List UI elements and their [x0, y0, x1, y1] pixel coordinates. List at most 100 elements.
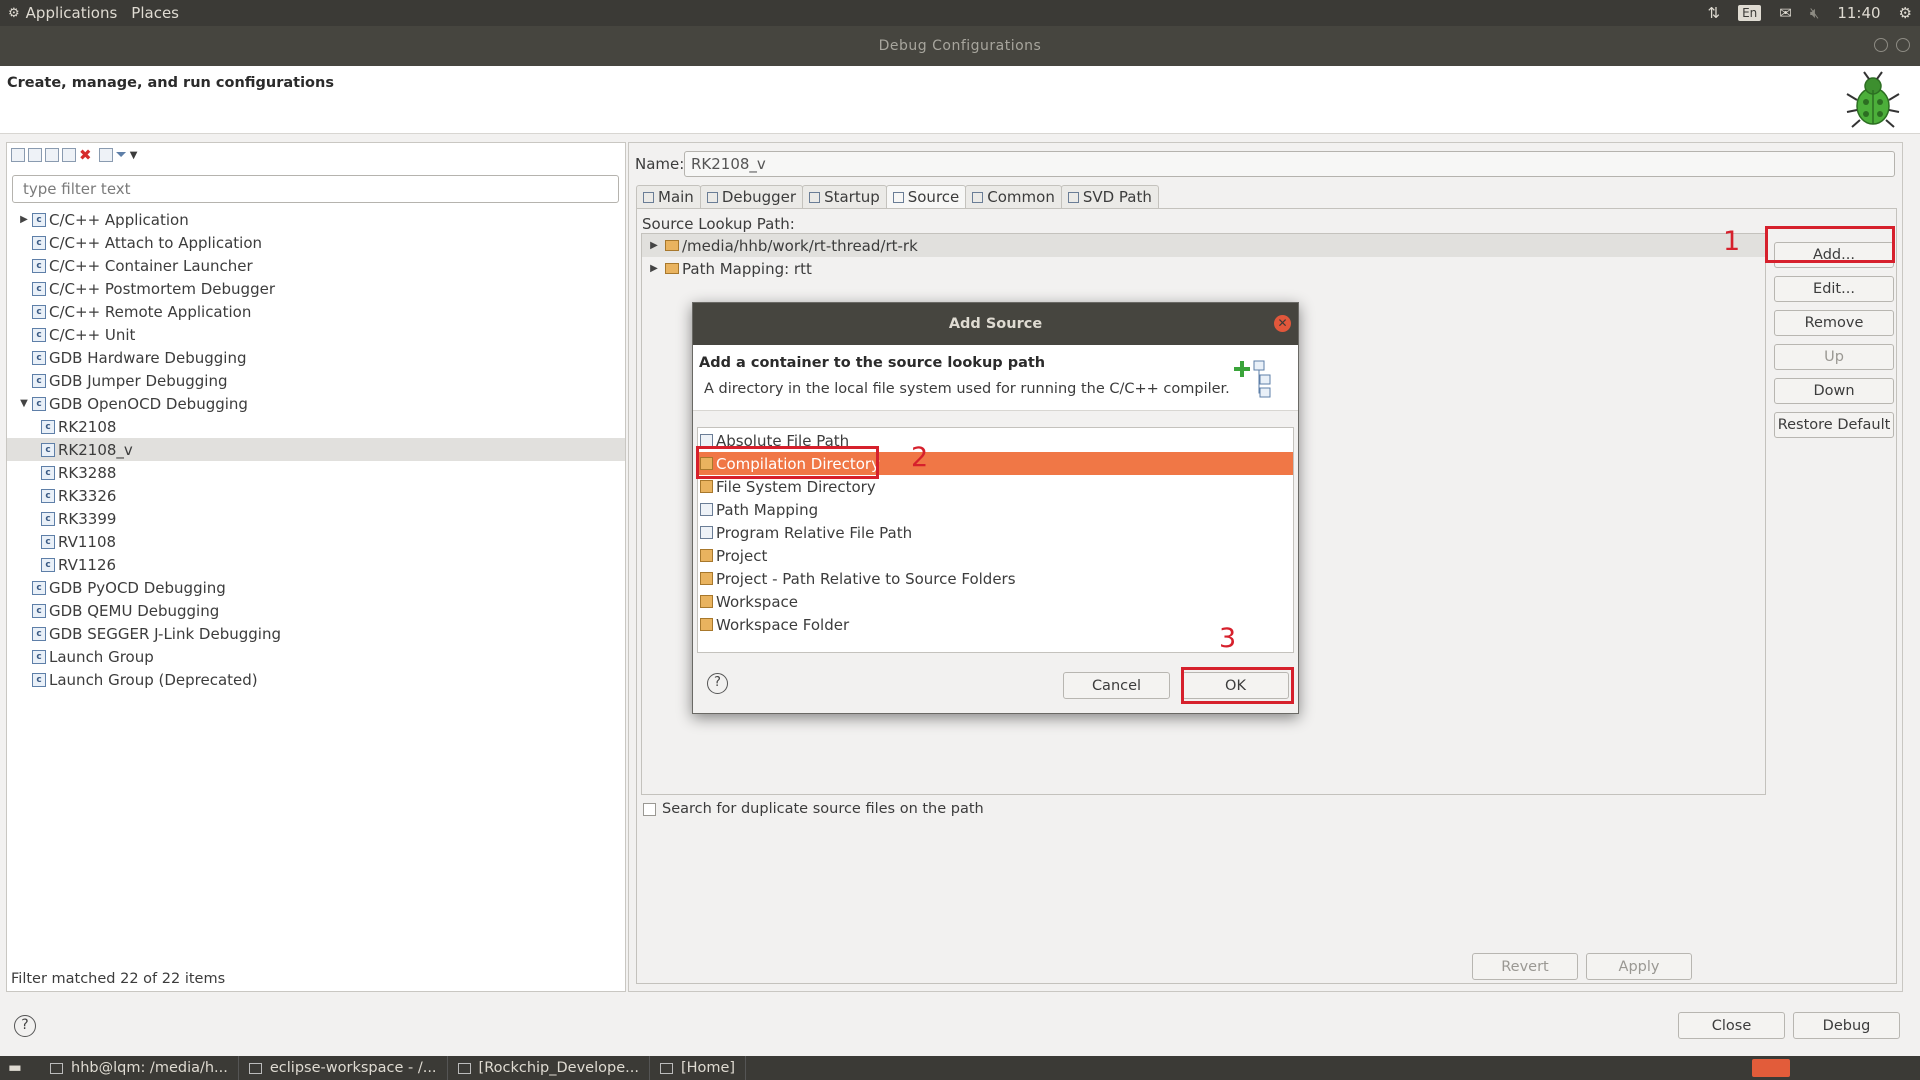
tree-item-label: RK3399: [58, 509, 117, 528]
taskbar-item[interactable]: eclipse-workspace - /...: [239, 1056, 448, 1080]
tree-row[interactable]: c GDB Jumper Debugging: [7, 369, 625, 392]
show-desktop-icon[interactable]: ▬: [0, 1060, 40, 1076]
tree-row[interactable]: ▶ c C/C++ Application: [7, 208, 625, 231]
edit-button[interactable]: Edit...: [1774, 276, 1894, 302]
debug-button[interactable]: Debug: [1793, 1012, 1900, 1039]
container-type-item[interactable]: Path Mapping: [698, 498, 1293, 521]
dialog-help-icon[interactable]: ?: [707, 673, 728, 694]
tree-row[interactable]: c GDB SEGGER J-Link Debugging: [7, 622, 625, 645]
task-list: hhb@lqm: /media/h... eclipse-workspace - …: [40, 1056, 747, 1080]
tab-label: Common: [987, 188, 1055, 206]
add-source-heading: Add a container to the source lookup pat…: [699, 355, 1046, 371]
maximize-button[interactable]: [1874, 38, 1888, 52]
tree-row[interactable]: c RK2108_v: [7, 438, 625, 461]
highlight-ok-button: [1181, 667, 1294, 704]
tab-debugger[interactable]: Debugger: [699, 185, 804, 208]
delete-config-icon[interactable]: ✖: [79, 146, 92, 164]
tree-row[interactable]: c RK2108: [7, 415, 625, 438]
network-icon[interactable]: ⇅: [1708, 4, 1721, 22]
apply-button[interactable]: Apply: [1586, 953, 1692, 980]
tree-item-label: RV1126: [58, 555, 117, 574]
container-type-item[interactable]: Project - Path Relative to Source Folder…: [698, 567, 1293, 590]
source-entry[interactable]: ▶ Path Mapping: rtt: [642, 257, 1765, 280]
container-type-item[interactable]: Workspace Folder: [698, 613, 1293, 636]
tree-row[interactable]: c Launch Group: [7, 645, 625, 668]
dialog-close-icon[interactable]: ✕: [1274, 315, 1291, 332]
close-button[interactable]: Close: [1678, 1012, 1785, 1039]
annotation-step-2: 2: [911, 442, 929, 473]
down-button[interactable]: Down: [1774, 378, 1894, 404]
tab-source[interactable]: Source: [885, 185, 967, 208]
tree-row[interactable]: c C/C++ Container Launcher: [7, 254, 625, 277]
collapse-all-icon[interactable]: [98, 148, 113, 162]
tree-row[interactable]: c C/C++ Unit: [7, 323, 625, 346]
tree-row[interactable]: c RK3326: [7, 484, 625, 507]
tree-row[interactable]: c RV1126: [7, 553, 625, 576]
places-menu[interactable]: Places: [131, 4, 179, 22]
tree-row[interactable]: ▼ c GDB OpenOCD Debugging: [7, 392, 625, 415]
up-button[interactable]: Up: [1774, 344, 1894, 370]
mail-icon[interactable]: ✉: [1779, 4, 1792, 22]
source-entry[interactable]: ▶ /media/hhb/work/rt-thread/rt-rk: [642, 234, 1765, 257]
new-prototype-icon[interactable]: [28, 148, 42, 162]
config-tabs: Main Debugger Startup Source Common SVD Path: [636, 185, 1159, 209]
folder-icon: [700, 595, 713, 608]
container-type-item[interactable]: Workspace: [698, 590, 1293, 613]
duplicate-search-checkbox[interactable]: [643, 802, 656, 816]
keyboard-layout-indicator[interactable]: En: [1738, 5, 1762, 21]
tab-common[interactable]: Common: [965, 185, 1062, 208]
export-config-icon[interactable]: [45, 148, 59, 162]
volume-muted-icon[interactable]: 🔇︎: [1810, 4, 1819, 22]
tree-row[interactable]: c C/C++ Remote Application: [7, 300, 625, 323]
source-expander-icon[interactable]: ▶: [646, 263, 662, 274]
tree-expander-icon[interactable]: ▼: [16, 398, 32, 409]
remove-button[interactable]: Remove: [1774, 310, 1894, 336]
file-icon: [700, 503, 713, 516]
restore-default-button[interactable]: Restore Default: [1774, 412, 1894, 438]
tree-row[interactable]: c GDB Hardware Debugging: [7, 346, 625, 369]
container-type-label: File System Directory: [716, 477, 876, 496]
help-icon[interactable]: ?: [14, 1015, 36, 1037]
applications-menu[interactable]: ⚙ Applications: [8, 4, 117, 22]
tab-startup[interactable]: Startup: [802, 185, 887, 208]
source-expander-icon[interactable]: ▶: [646, 240, 662, 251]
dialog-cancel-button[interactable]: Cancel: [1063, 672, 1170, 699]
container-type-label: Path Mapping: [716, 500, 819, 519]
folder-icon: [700, 572, 713, 585]
new-config-icon[interactable]: [11, 148, 25, 162]
tree-expander-icon[interactable]: ▶: [16, 214, 32, 225]
tree-row[interactable]: c GDB PyOCD Debugging: [7, 576, 625, 599]
duplicate-config-icon[interactable]: [62, 148, 76, 162]
tree-row[interactable]: c GDB QEMU Debugging: [7, 599, 625, 622]
filter-icon[interactable]: ⏷: [116, 147, 127, 163]
taskbar-item[interactable]: hhb@lqm: /media/h...: [40, 1056, 239, 1080]
tree-item-label: GDB SEGGER J-Link Debugging: [49, 624, 281, 643]
window-icon: [248, 1062, 262, 1074]
duplicate-search-option[interactable]: Search for duplicate source files on the…: [643, 801, 984, 817]
close-window-button[interactable]: [1896, 38, 1910, 52]
container-type-item[interactable]: Project: [698, 544, 1293, 567]
tab-main[interactable]: Main: [636, 185, 701, 208]
workspace-switcher[interactable]: [1752, 1059, 1790, 1077]
add-source-title: Add Source: [948, 316, 1043, 332]
container-type-item[interactable]: Program Relative File Path: [698, 521, 1293, 544]
tree-row[interactable]: c RV1108: [7, 530, 625, 553]
settings-gear-icon[interactable]: ⚙: [1899, 4, 1912, 22]
clock[interactable]: 11:40: [1837, 4, 1880, 22]
view-menu-chevron-down-icon[interactable]: ▼: [130, 150, 138, 161]
revert-button[interactable]: Revert: [1472, 953, 1578, 980]
config-type-icon: c: [32, 672, 46, 687]
tree-row[interactable]: c C/C++ Attach to Application: [7, 231, 625, 254]
filter-input[interactable]: [12, 175, 619, 203]
name-field[interactable]: [684, 151, 1895, 177]
tree-row[interactable]: c Launch Group (Deprecated): [7, 668, 625, 691]
taskbar-item[interactable]: [Rockchip_Develope...: [448, 1056, 650, 1080]
tree-row[interactable]: c RK3399: [7, 507, 625, 530]
tree-row[interactable]: c C/C++ Postmortem Debugger: [7, 277, 625, 300]
tree-row[interactable]: c RK3288: [7, 461, 625, 484]
taskbar-item[interactable]: [Home]: [650, 1056, 747, 1080]
tab-svd-path[interactable]: SVD Path: [1060, 185, 1159, 208]
tree-item-label: RV1108: [58, 532, 117, 551]
folder-icon: [700, 618, 713, 631]
applications-label: Applications: [25, 4, 118, 22]
